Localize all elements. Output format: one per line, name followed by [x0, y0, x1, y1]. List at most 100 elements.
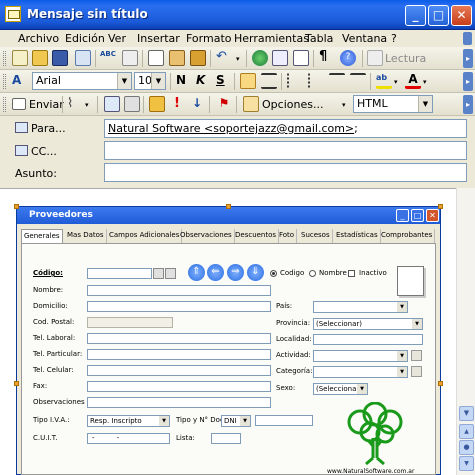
- print-icon[interactable]: [75, 50, 91, 66]
- reading-mode-button[interactable]: Lectura: [385, 52, 426, 65]
- undo-icon[interactable]: ↶: [216, 50, 232, 66]
- close-button[interactable]: ✕: [451, 5, 472, 26]
- next-record-icon: ⇒: [227, 264, 244, 281]
- toolbar-options-chevron[interactable]: ▸: [463, 49, 473, 68]
- toolbar-options-chevron[interactable]: ▸: [463, 72, 473, 91]
- bullets-icon[interactable]: [308, 73, 324, 89]
- address-book-icon[interactable]: [104, 96, 120, 112]
- check-names-icon[interactable]: [124, 96, 140, 112]
- subject-field[interactable]: [104, 163, 467, 182]
- localidad-label: Localidad:: [276, 335, 312, 343]
- to-field[interactable]: Natural Software <soportejazz@gmail.com>…: [104, 119, 467, 138]
- bold-button[interactable]: N: [176, 73, 192, 89]
- highlight-icon[interactable]: ab: [376, 73, 392, 89]
- message-format-select[interactable]: HTML ▼: [353, 95, 433, 113]
- undo-dropdown-icon[interactable]: ▾: [236, 55, 240, 63]
- options-dropdown-icon[interactable]: ▾: [342, 101, 346, 109]
- tab-mas-datos: Mas Datos: [65, 229, 107, 243]
- cc-field[interactable]: [104, 141, 467, 160]
- font-size-select[interactable]: 10 ▼: [134, 72, 166, 90]
- menu-ventana[interactable]: Ventana: [342, 32, 387, 45]
- format-painter-icon[interactable]: [190, 50, 206, 66]
- cc-button[interactable]: CC...: [31, 145, 57, 158]
- resize-handle[interactable]: [14, 381, 19, 386]
- styles-icon[interactable]: A: [12, 73, 28, 89]
- numbering-icon[interactable]: [287, 73, 303, 89]
- decrease-indent-icon[interactable]: [329, 73, 345, 89]
- paste-icon[interactable]: [169, 50, 185, 66]
- highlight-dropdown-icon[interactable]: ▾: [394, 78, 398, 86]
- columns-icon[interactable]: [293, 50, 309, 66]
- high-importance-icon[interactable]: !: [169, 96, 185, 112]
- menu-formato[interactable]: Formato: [186, 32, 232, 45]
- address-book-icon: [15, 122, 28, 133]
- reading-icon[interactable]: [367, 50, 383, 66]
- spelling-icon[interactable]: ABC: [100, 50, 116, 66]
- font-color-icon[interactable]: A: [405, 73, 421, 89]
- copy-icon[interactable]: [148, 50, 164, 66]
- proveedores-tabs: Generales Mas Datos Campos Adicionales O…: [21, 229, 436, 243]
- italic-button[interactable]: K: [196, 73, 212, 89]
- previous-object-button[interactable]: ▲: [459, 424, 474, 439]
- next-object-button[interactable]: ▼: [459, 456, 474, 471]
- chevron-down-icon: ▼: [357, 384, 367, 394]
- resize-handle[interactable]: [14, 204, 19, 209]
- help-icon[interactable]: ?: [340, 50, 356, 66]
- cuit-field: - -: [87, 433, 170, 444]
- table-icon[interactable]: [272, 50, 288, 66]
- options-button[interactable]: Opciones...: [262, 98, 323, 111]
- select-browse-object-button[interactable]: ●: [459, 440, 474, 455]
- menu-edicion[interactable]: Edición: [65, 32, 105, 45]
- chevron-down-icon: ▼: [397, 367, 407, 377]
- resize-handle[interactable]: [438, 381, 443, 386]
- send-button[interactable]: Enviar: [29, 98, 64, 111]
- menu-ver[interactable]: Ver: [108, 32, 126, 45]
- align-left-icon[interactable]: [240, 73, 256, 89]
- minimize-button[interactable]: _: [405, 5, 426, 26]
- tel-celular-field: [87, 365, 271, 376]
- align-center-icon[interactable]: [261, 73, 277, 89]
- font-name-select[interactable]: Arial ▼: [32, 72, 132, 90]
- low-importance-icon[interactable]: ↓: [189, 96, 205, 112]
- menu-chevron[interactable]: [463, 32, 472, 45]
- pasted-screenshot-image[interactable]: Proveedores _ □ ✕ Generales Mas Datos Ca…: [16, 206, 441, 475]
- lista-field: [211, 433, 241, 444]
- menu-herramientas[interactable]: Herramientas: [234, 32, 309, 45]
- vertical-scrollbar[interactable]: ▼ ▲ ● ▼: [456, 188, 475, 475]
- font-color-dropdown-icon[interactable]: ▾: [423, 78, 427, 86]
- menu-help[interactable]: ?: [391, 32, 397, 45]
- message-header: Para... Natural Software <soportejazz@gm…: [0, 117, 475, 188]
- clear-icon: [165, 268, 176, 279]
- pais-label: País:: [276, 302, 293, 310]
- chevron-down-icon: ▼: [240, 416, 250, 426]
- show-formatting-icon[interactable]: ¶: [319, 50, 335, 66]
- toolbar-options-chevron[interactable]: ▸: [463, 95, 473, 114]
- resize-handle[interactable]: [438, 204, 443, 209]
- underline-button[interactable]: S: [216, 73, 232, 89]
- first-record-icon: ⇑: [188, 264, 205, 281]
- hyperlink-icon[interactable]: [252, 50, 268, 66]
- maximize-button[interactable]: □: [428, 5, 449, 26]
- to-button[interactable]: Para...: [31, 122, 66, 135]
- new-icon[interactable]: [12, 50, 28, 66]
- scroll-down-button[interactable]: ▼: [459, 406, 474, 421]
- permission-icon[interactable]: [149, 96, 165, 112]
- flag-icon[interactable]: ⚑: [216, 96, 232, 112]
- tel-particular-field: [87, 349, 271, 360]
- open-icon[interactable]: [32, 50, 48, 66]
- edit-icon: [411, 350, 422, 361]
- research-icon[interactable]: [122, 50, 138, 66]
- resize-handle[interactable]: [226, 204, 231, 209]
- increase-indent-icon[interactable]: [350, 73, 366, 89]
- attach-dropdown-icon[interactable]: ▾: [85, 101, 89, 109]
- attach-icon[interactable]: ⌇: [67, 96, 83, 112]
- options-icon: [243, 96, 259, 112]
- nombre-radio: [309, 270, 316, 277]
- menu-archivo[interactable]: Archivo: [18, 32, 59, 45]
- provincia-label: Provincia:: [276, 319, 311, 327]
- actividad-select: ▼: [313, 350, 408, 362]
- save-icon[interactable]: [52, 50, 68, 66]
- menu-tabla[interactable]: Tabla: [305, 32, 333, 45]
- menu-insertar[interactable]: Insertar: [137, 32, 180, 45]
- cuit-label: C.U.I.T.: [33, 434, 58, 442]
